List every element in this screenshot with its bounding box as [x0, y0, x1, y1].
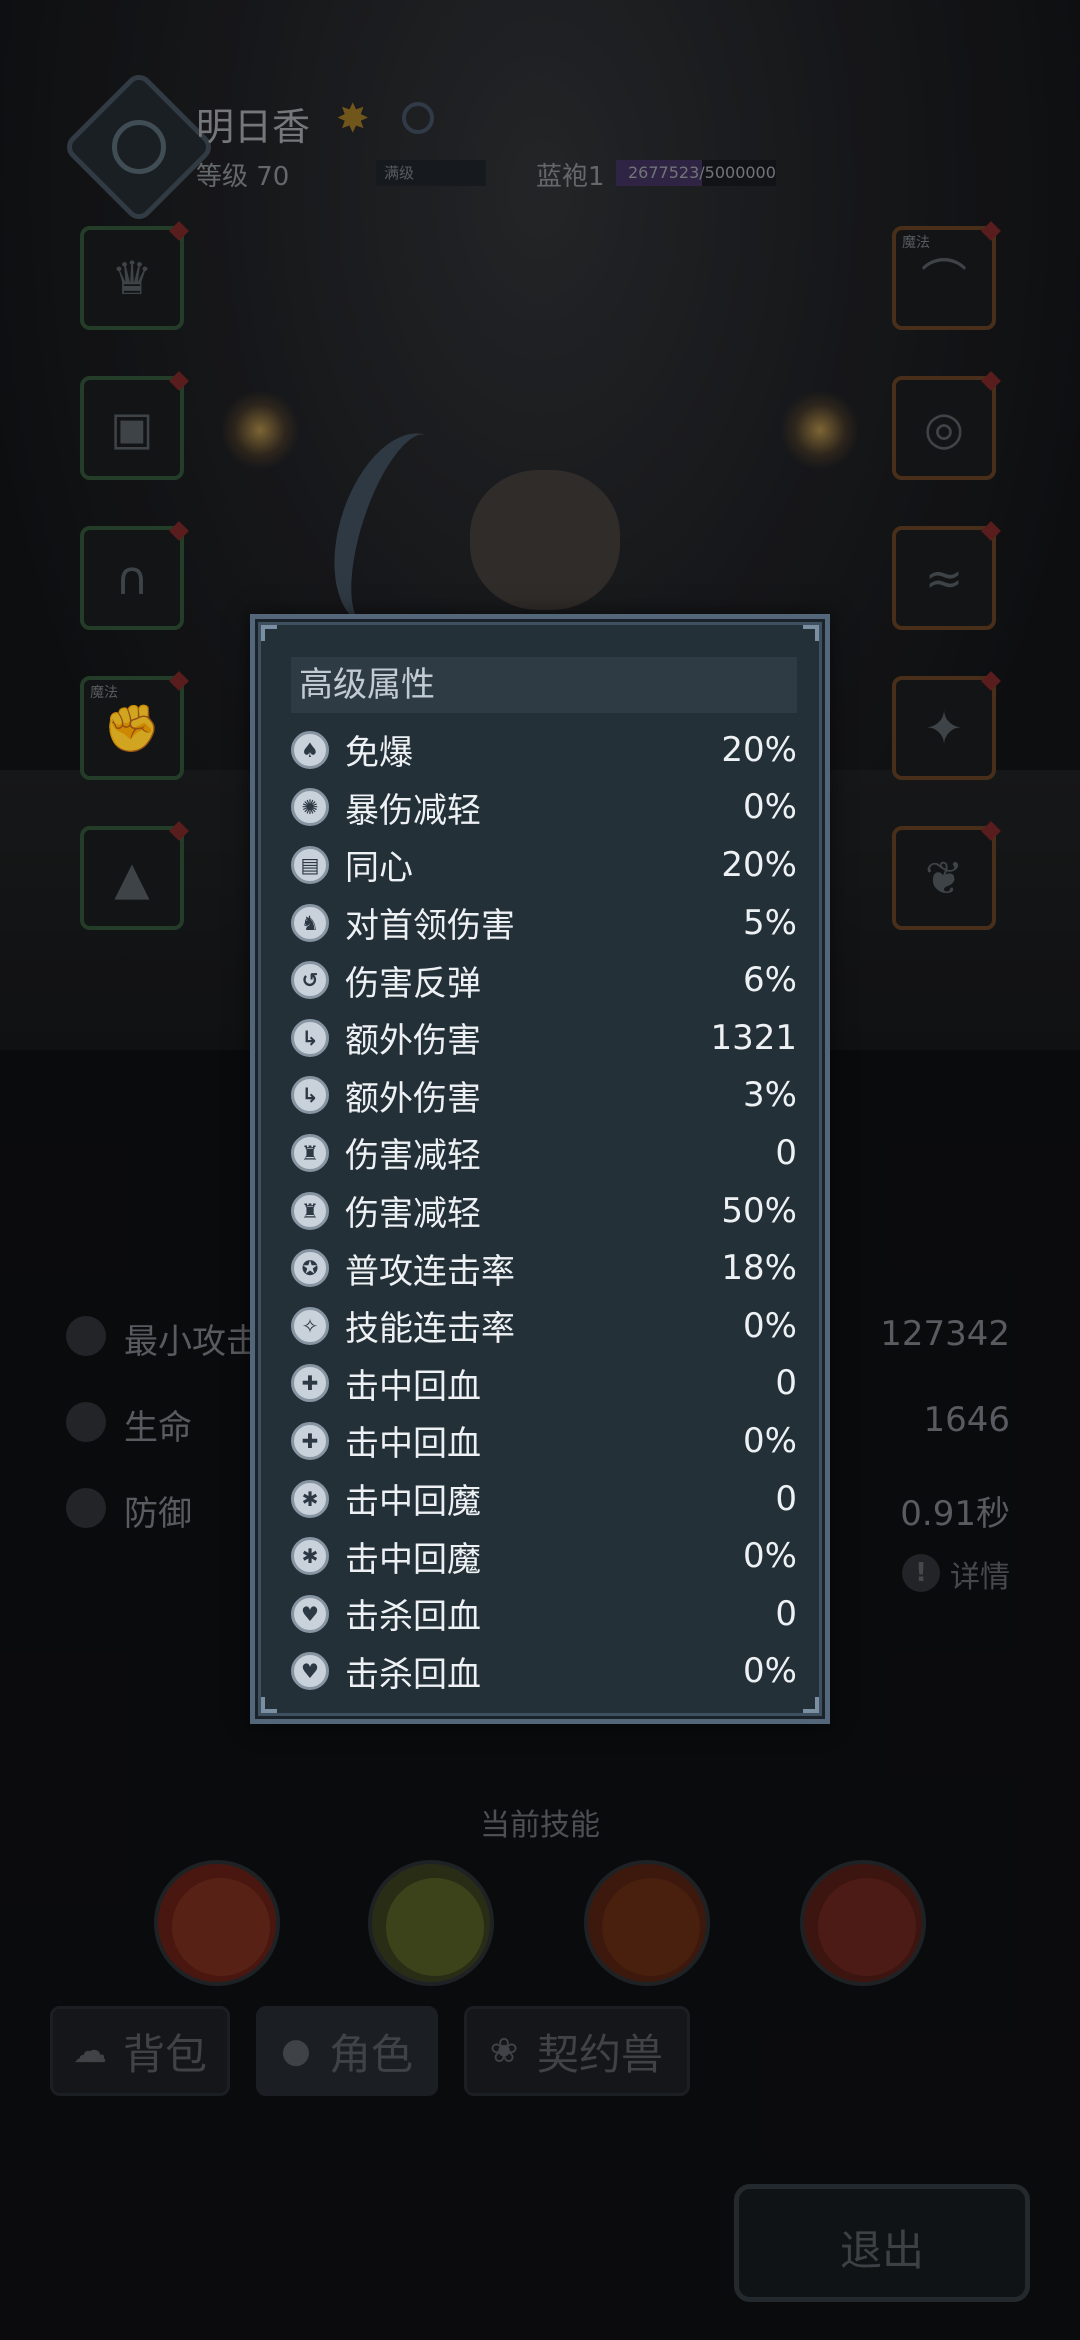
attribute-row: ✱ 击中回魔 0% [291, 1527, 797, 1585]
swirl-icon: ✺ [291, 788, 329, 827]
attribute-name: 击杀回血 [345, 1654, 481, 1695]
attribute-value: 1321 [710, 1017, 797, 1058]
panel-corner [261, 625, 277, 641]
attribute-name: 对首领伤害 [345, 906, 515, 947]
attribute-name: 击杀回血 [345, 1597, 481, 1638]
attribute-value: 6% [743, 960, 797, 1001]
attribute-name: 击中回血 [345, 1366, 481, 1407]
attribute-value: 0 [775, 1478, 797, 1519]
attribute-row: ✺ 暴伤减轻 0% [291, 779, 797, 837]
boot-icon: ↳ [291, 1076, 329, 1115]
advanced-attributes-panel: 高级属性 ♠ 免爆 20% ✺ 暴伤减轻 0% ▤ 同心 20% ♞ 对首领伤害 5% ↺ 伤害反弹 6% ↳… [250, 614, 830, 1724]
attribute-value: 0 [775, 1593, 797, 1634]
attribute-name: 额外伤害 [345, 1021, 481, 1062]
attribute-row: ♜ 伤害减轻 50% [291, 1182, 797, 1240]
attribute-value: 20% [721, 844, 797, 885]
attribute-name: 击中回魔 [345, 1539, 481, 1580]
vest-icon: ♜ [291, 1191, 329, 1230]
attribute-name: 额外伤害 [345, 1078, 481, 1119]
attribute-value: 18% [721, 1248, 797, 1289]
scroll-icon: ▤ [291, 845, 329, 884]
attribute-row: ♞ 对首领伤害 5% [291, 894, 797, 952]
panel-title: 高级属性 [299, 665, 435, 705]
attribute-value: 0% [743, 787, 797, 828]
attribute-row: ✚ 击中回血 0 [291, 1355, 797, 1413]
attribute-row: ↺ 伤害反弹 6% [291, 951, 797, 1009]
attribute-value: 0% [743, 1651, 797, 1692]
attribute-row: ↳ 额外伤害 1321 [291, 1009, 797, 1067]
attribute-value: 5% [743, 902, 797, 943]
combo-icon: ✪ [291, 1249, 329, 1288]
attribute-value: 3% [743, 1075, 797, 1116]
attribute-value: 50% [721, 1190, 797, 1231]
panel-title-bar: 高级属性 [291, 657, 797, 713]
attribute-value: 0% [743, 1536, 797, 1577]
attribute-row: ▤ 同心 20% [291, 836, 797, 894]
attribute-name: 伤害减轻 [345, 1136, 481, 1177]
beast-head-icon: ♞ [291, 903, 329, 942]
attribute-row: ♥ 击杀回血 0 [291, 1585, 797, 1643]
panel-corner [803, 625, 819, 641]
hit-heal-icon: ✚ [291, 1421, 329, 1460]
attribute-name: 免爆 [345, 733, 413, 774]
attribute-name: 普攻连击率 [345, 1251, 515, 1292]
panel-corner [261, 1697, 277, 1713]
attribute-name: 技能连击率 [345, 1309, 515, 1350]
panel-corner [803, 1697, 819, 1713]
attribute-value: 0% [743, 1305, 797, 1346]
skill-combo-icon: ✧ [291, 1306, 329, 1345]
attribute-value: 20% [721, 729, 797, 770]
attribute-name: 击中回魔 [345, 1482, 481, 1523]
boot-icon: ↳ [291, 1018, 329, 1057]
attribute-value: 0 [775, 1132, 797, 1173]
hit-mana-icon: ✱ [291, 1537, 329, 1576]
attribute-row: ✧ 技能连击率 0% [291, 1297, 797, 1355]
attribute-list: ♠ 免爆 20% ✺ 暴伤减轻 0% ▤ 同心 20% ♞ 对首领伤害 5% ↺ 伤害反弹 6% ↳ 额外伤害 1… [291, 721, 797, 1700]
attribute-value: 0% [743, 1420, 797, 1461]
attribute-row: ✚ 击中回血 0% [291, 1412, 797, 1470]
attribute-name: 同心 [345, 848, 413, 889]
hit-mana-icon: ✱ [291, 1479, 329, 1518]
attribute-row: ♜ 伤害减轻 0 [291, 1124, 797, 1182]
attribute-row: ✪ 普攻连击率 18% [291, 1239, 797, 1297]
rebound-icon: ↺ [291, 961, 329, 1000]
attribute-value: 0 [775, 1363, 797, 1404]
mushroom-icon: ♠ [291, 730, 329, 769]
attribute-name: 暴伤减轻 [345, 790, 481, 831]
attribute-row: ↳ 额外伤害 3% [291, 1067, 797, 1125]
attribute-row: ♥ 击杀回血 0% [291, 1643, 797, 1701]
kill-heal-icon: ♥ [291, 1594, 329, 1633]
attribute-name: 伤害减轻 [345, 1194, 481, 1235]
attribute-name: 伤害反弹 [345, 963, 481, 1004]
attribute-row: ✱ 击中回魔 0 [291, 1470, 797, 1528]
attribute-name: 击中回血 [345, 1424, 481, 1465]
hit-heal-icon: ✚ [291, 1364, 329, 1403]
kill-heal-icon: ♥ [291, 1652, 329, 1691]
attribute-row: ♠ 免爆 20% [291, 721, 797, 779]
vest-icon: ♜ [291, 1133, 329, 1172]
